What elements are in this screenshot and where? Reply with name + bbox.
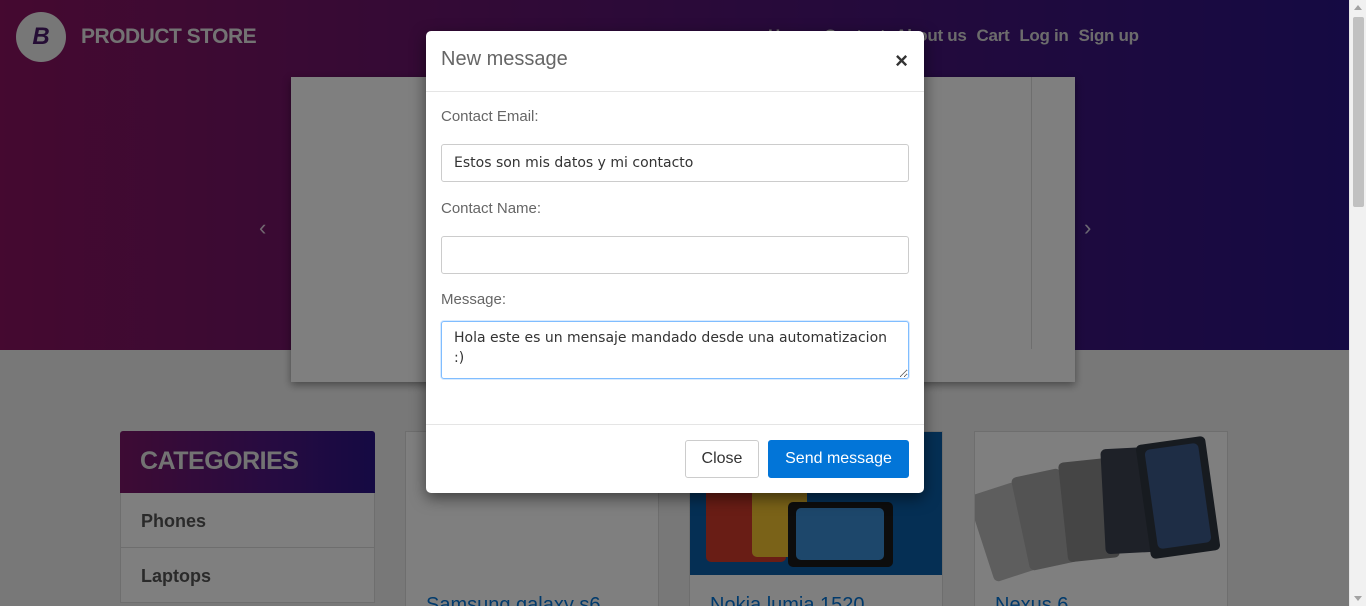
close-icon[interactable]: × [895,48,908,74]
modal-title: New message [441,48,568,70]
message-label: Message: [441,291,507,308]
close-button[interactable]: Close [685,440,759,478]
modal-footer: Close Send message [426,424,924,493]
scroll-down-icon[interactable] [1354,596,1362,601]
modal-body: Contact Email: Contact Name: Message: Ho… [426,92,924,395]
page-scrollbar[interactable] [1349,0,1366,606]
scroll-up-icon[interactable] [1354,5,1362,10]
send-message-button[interactable]: Send message [768,440,909,478]
message-field[interactable]: Hola este es un mensaje mandado desde un… [441,321,909,379]
modal-header: New message × [426,31,924,92]
contact-email-label: Contact Email: [441,108,539,125]
new-message-modal: New message × Contact Email: Contact Nam… [426,31,924,493]
scrollbar-thumb[interactable] [1353,17,1364,207]
contact-email-field[interactable] [441,144,909,182]
contact-name-field[interactable] [441,236,909,274]
contact-name-label: Contact Name: [441,200,542,217]
